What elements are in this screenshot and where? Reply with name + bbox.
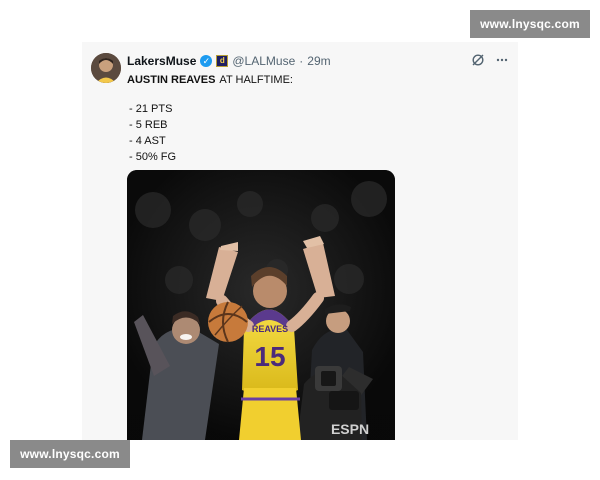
- jersey-number: 15: [254, 341, 285, 372]
- tweet-card[interactable]: LakersMuse ✓ d @LALMuse · 29m AUSTIN REA…: [82, 42, 518, 440]
- tweet-text: AUSTIN REAVES AT HALFTIME: - 21 PTS - 5 …: [127, 73, 497, 165]
- tweet-title-strong: AUSTIN REAVES: [127, 74, 216, 86]
- stat-assists: - 4 AST: [129, 135, 166, 147]
- basketball: [208, 301, 248, 343]
- stat-points: - 21 PTS: [129, 103, 173, 115]
- camera-brand: ESPN: [331, 421, 369, 437]
- author-handle[interactable]: @LALMuse: [232, 54, 295, 68]
- stat-list: - 21 PTS - 5 REB - 4 AST - 50% FG: [127, 102, 497, 165]
- grok-icon[interactable]: [470, 52, 486, 68]
- watermark-bottom: www.lnysqc.com: [10, 440, 130, 468]
- tweet-header: LakersMuse ✓ d @LALMuse · 29m: [127, 53, 331, 69]
- tweet-photo[interactable]: REAVES 15 ESPN: [127, 170, 395, 440]
- tweet-top-actions: [470, 52, 510, 68]
- tweet-title: AUSTIN REAVES AT HALFTIME:: [127, 73, 497, 88]
- tweet-time[interactable]: 29m: [307, 54, 330, 68]
- avatar-image: [91, 53, 121, 83]
- separator-dot: ·: [299, 54, 304, 68]
- photo-image: REAVES 15 ESPN: [127, 170, 395, 440]
- more-icon[interactable]: [494, 52, 510, 68]
- verified-check-icon: ✓: [200, 55, 213, 67]
- stat-rebounds: - 5 REB: [129, 119, 168, 131]
- stat-field-goal: - 50% FG: [129, 151, 177, 163]
- avatar[interactable]: [91, 53, 121, 83]
- author-name[interactable]: LakersMuse: [127, 54, 196, 68]
- affiliation-badge-icon[interactable]: d: [216, 55, 229, 67]
- tweet-title-rest: AT HALFTIME:: [219, 74, 293, 86]
- jersey-name: REAVES: [252, 324, 288, 334]
- watermark-top: www.lnysqc.com: [470, 10, 590, 38]
